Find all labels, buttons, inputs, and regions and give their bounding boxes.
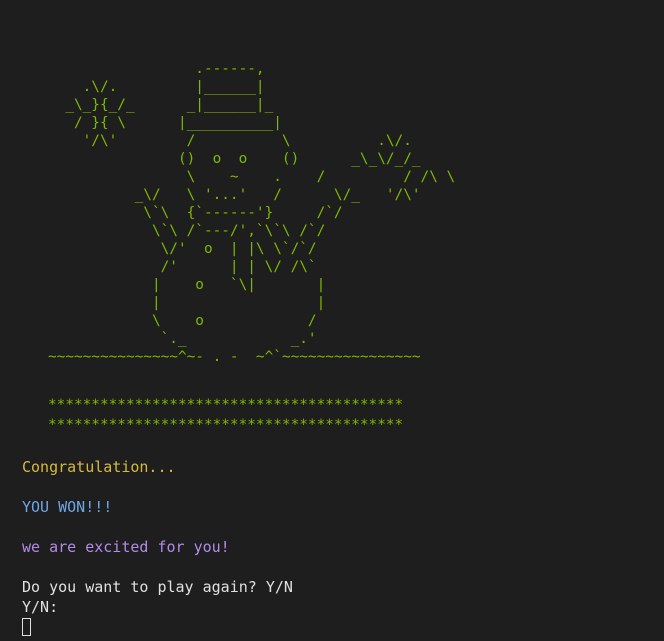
terminal-window: .------, .\/. |______| _\_}{_/_ _|______… xyxy=(0,0,664,641)
play-again-prompt: Do you want to play again? Y/N xyxy=(22,578,293,596)
input-label: Y/N: xyxy=(22,598,59,616)
congratulation-message: Congratulation... xyxy=(22,458,176,476)
grass-row-2: ****************************************… xyxy=(22,417,404,433)
terminal-input-cursor[interactable] xyxy=(22,618,31,636)
excited-message: we are excited for you! xyxy=(22,538,230,556)
grass-row-1: ****************************************… xyxy=(22,397,404,413)
you-won-message: YOU WON!!! xyxy=(22,498,113,516)
snowman-ascii-art: .------, .\/. |______| _\_}{_/_ _|______… xyxy=(47,61,456,365)
